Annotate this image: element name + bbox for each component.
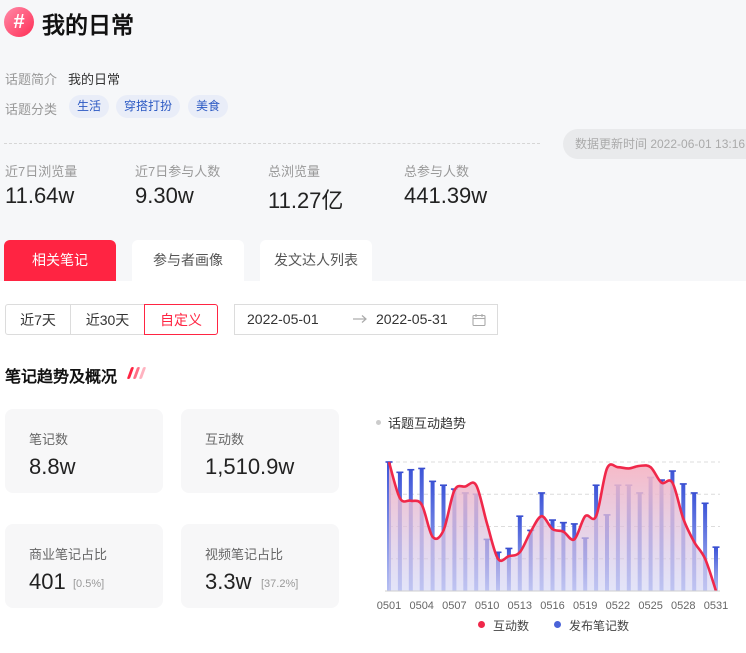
metric-label: 互动数 xyxy=(205,432,245,447)
chart-title: 话题互动趋势 xyxy=(388,416,467,431)
category-tag[interactable]: 生活 xyxy=(69,95,110,118)
stat-label: 总参与人数 xyxy=(404,164,470,179)
x-tick-label: 0510 xyxy=(475,600,499,612)
intro-value: 我的日常 xyxy=(68,72,121,87)
arrow-right-icon xyxy=(353,315,367,323)
date-start[interactable]: 2022-05-01 xyxy=(247,305,319,334)
x-tick-label: 0513 xyxy=(508,600,532,612)
legend-dot-notes-icon xyxy=(554,621,561,628)
metric-card-video: 视频笔记占比 3.3w [37.2%] xyxy=(181,524,339,608)
x-tick-label: 0516 xyxy=(540,600,564,612)
legend-interactions[interactable]: 互动数 xyxy=(493,617,529,634)
metric-value: 3.3w xyxy=(205,569,252,594)
x-tick-label: 0522 xyxy=(606,600,630,612)
stat-value: 11.64w xyxy=(5,183,75,208)
section-title: 笔记趋势及概况 xyxy=(5,369,118,386)
hashtag-icon: # xyxy=(4,7,34,37)
category-tag[interactable]: 美食 xyxy=(188,95,229,118)
stat-value: 441.39w xyxy=(404,183,488,208)
x-tick-label: 0528 xyxy=(671,600,695,612)
x-tick-label: 0501 xyxy=(377,600,401,612)
date-end[interactable]: 2022-05-31 xyxy=(376,305,448,334)
category-tag[interactable]: 穿搭打扮 xyxy=(116,95,181,118)
tab-participant-profile[interactable]: 参与者画像 xyxy=(132,240,244,281)
stat-value: 11.27亿 xyxy=(268,188,344,213)
stat-label: 近7日参与人数 xyxy=(135,164,221,179)
legend-notes[interactable]: 发布笔记数 xyxy=(569,617,629,634)
metric-label: 商业笔记占比 xyxy=(29,547,108,562)
bullet-dot-icon xyxy=(376,420,381,425)
legend-dot-interactions-icon xyxy=(478,621,485,628)
metric-card-notes: 笔记数 8.8w xyxy=(5,409,163,493)
metric-value: 1,510.9w xyxy=(205,454,295,479)
page-title: 我的日常 xyxy=(42,12,134,38)
metric-percent: [37.2%] xyxy=(261,578,299,590)
range-7d-button[interactable]: 近7天 xyxy=(5,304,71,335)
metric-card-interactions: 互动数 1,510.9w xyxy=(181,409,339,493)
x-tick-label: 0525 xyxy=(638,600,662,612)
metric-label: 笔记数 xyxy=(29,432,69,447)
date-range-picker[interactable]: 2022-05-01 2022-05-31 xyxy=(234,304,498,335)
stat-value: 9.30w xyxy=(135,183,194,208)
calendar-icon xyxy=(472,314,486,327)
metric-value: 401 xyxy=(29,569,66,594)
x-tick-label: 0507 xyxy=(442,600,466,612)
metric-value: 8.8w xyxy=(29,454,76,479)
tab-related-notes[interactable]: 相关笔记 xyxy=(4,240,116,281)
range-custom-button[interactable]: 自定义 xyxy=(144,304,218,335)
stat-label: 总浏览量 xyxy=(268,164,321,179)
decorative-slash-icon xyxy=(138,367,147,379)
update-time-badge: 数据更新时间 2022-06-01 13:16:59 xyxy=(563,129,746,159)
trend-chart: 0501 0504 0507 0510 0513 0516 0519 0522 0525 0528… xyxy=(377,461,728,612)
divider xyxy=(4,143,540,144)
metric-label: 视频笔记占比 xyxy=(205,547,284,562)
category-label: 话题分类 xyxy=(5,102,58,117)
tab-creator-list[interactable]: 发文达人列表 xyxy=(260,240,372,281)
x-tick-label: 0504 xyxy=(409,600,433,612)
x-tick-label: 0519 xyxy=(573,600,597,612)
range-30d-button[interactable]: 近30天 xyxy=(70,304,145,335)
intro-label: 话题简介 xyxy=(5,72,58,87)
metric-card-commercial: 商业笔记占比 401 [0.5%] xyxy=(5,524,163,608)
stat-label: 近7日浏览量 xyxy=(5,164,78,179)
metric-percent: [0.5%] xyxy=(73,578,105,590)
x-tick-label: 0531 xyxy=(704,600,728,612)
